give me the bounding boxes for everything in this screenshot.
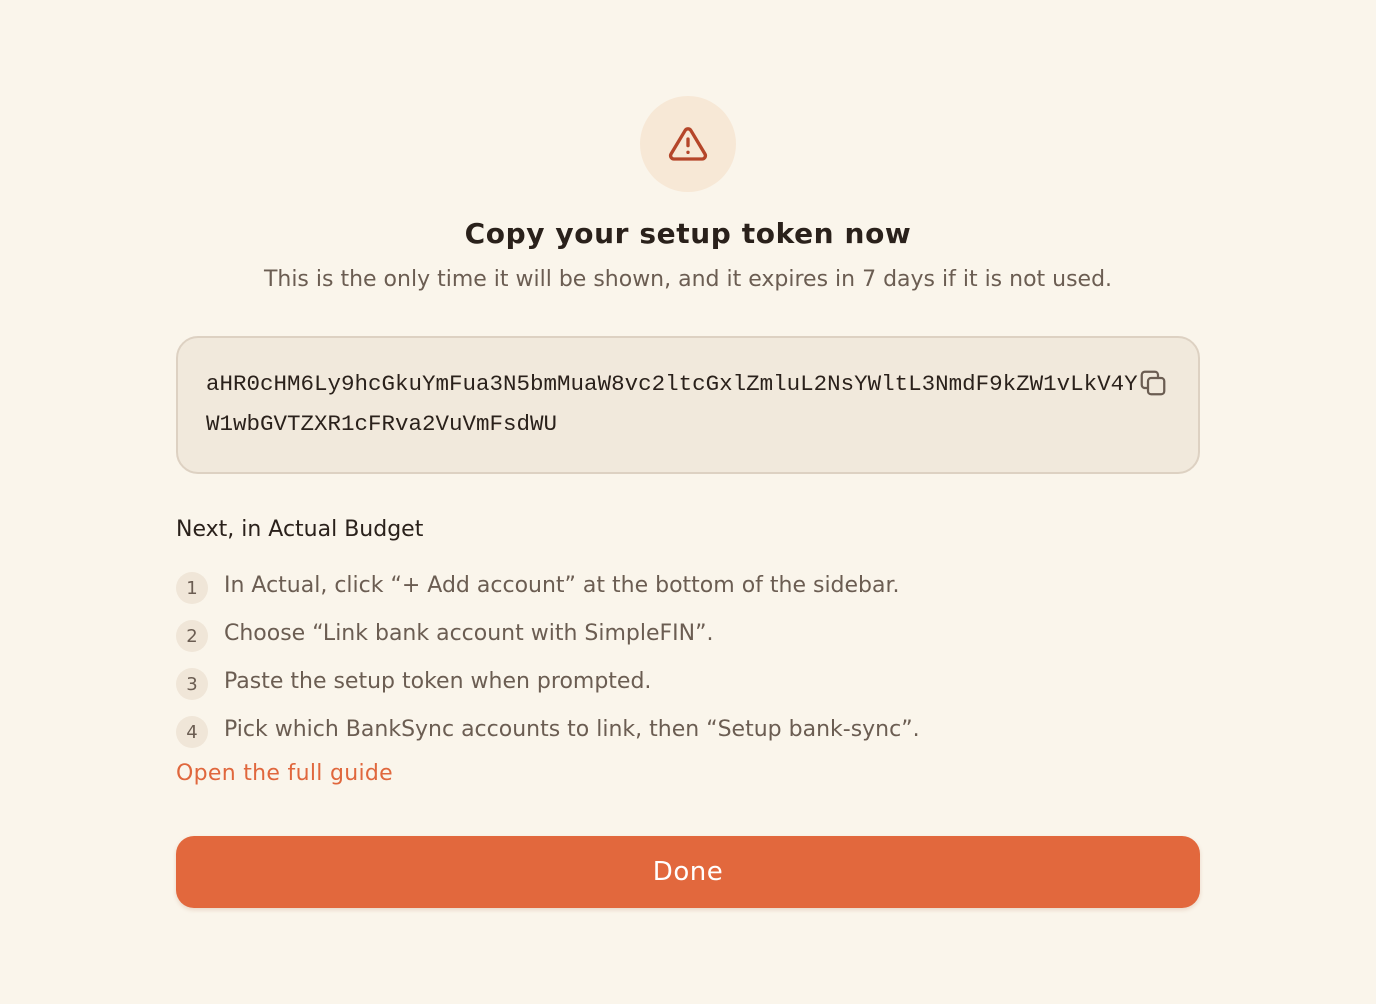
list-item: 3 Paste the setup token when prompted. (176, 658, 1200, 706)
setup-token-value[interactable]: aHR0cHM6Ly9hcGkuYmFua3N5bmMuaW8vc2ltcGxl… (206, 364, 1146, 444)
list-item: 1 In Actual, click “+ Add account” at th… (176, 562, 1200, 610)
page-subtitle: This is the only time it will be shown, … (263, 267, 1113, 292)
step-number-badge: 1 (176, 572, 208, 604)
step-text: Pick which BankSync accounts to link, th… (224, 717, 920, 742)
step-text: In Actual, click “+ Add account” at the … (224, 573, 900, 598)
setup-token-page: Copy your setup token now This is the on… (0, 0, 1376, 1004)
list-item: 2 Choose “Link bank account with SimpleF… (176, 610, 1200, 658)
open-guide-link[interactable]: Open the full guide (176, 758, 393, 790)
page-title: Copy your setup token now (464, 217, 912, 250)
instruction-steps: 1 In Actual, click “+ Add account” at th… (176, 562, 1200, 754)
copy-icon (1138, 368, 1168, 398)
copy-token-button[interactable] (1136, 366, 1170, 400)
step-text: Paste the setup token when prompted. (224, 669, 652, 694)
step-number-badge: 3 (176, 668, 208, 700)
token-box: aHR0cHM6Ly9hcGkuYmFua3N5bmMuaW8vc2ltcGxl… (176, 336, 1200, 474)
instructions-heading: Next, in Actual Budget (176, 517, 424, 542)
step-number-badge: 2 (176, 620, 208, 652)
warning-badge (640, 96, 736, 192)
done-button[interactable]: Done (176, 836, 1200, 908)
step-text: Choose “Link bank account with SimpleFIN… (224, 621, 714, 646)
list-item: 4 Pick which BankSync accounts to link, … (176, 706, 1200, 754)
warning-triangle-icon (668, 124, 708, 164)
step-number-badge: 4 (176, 716, 208, 748)
